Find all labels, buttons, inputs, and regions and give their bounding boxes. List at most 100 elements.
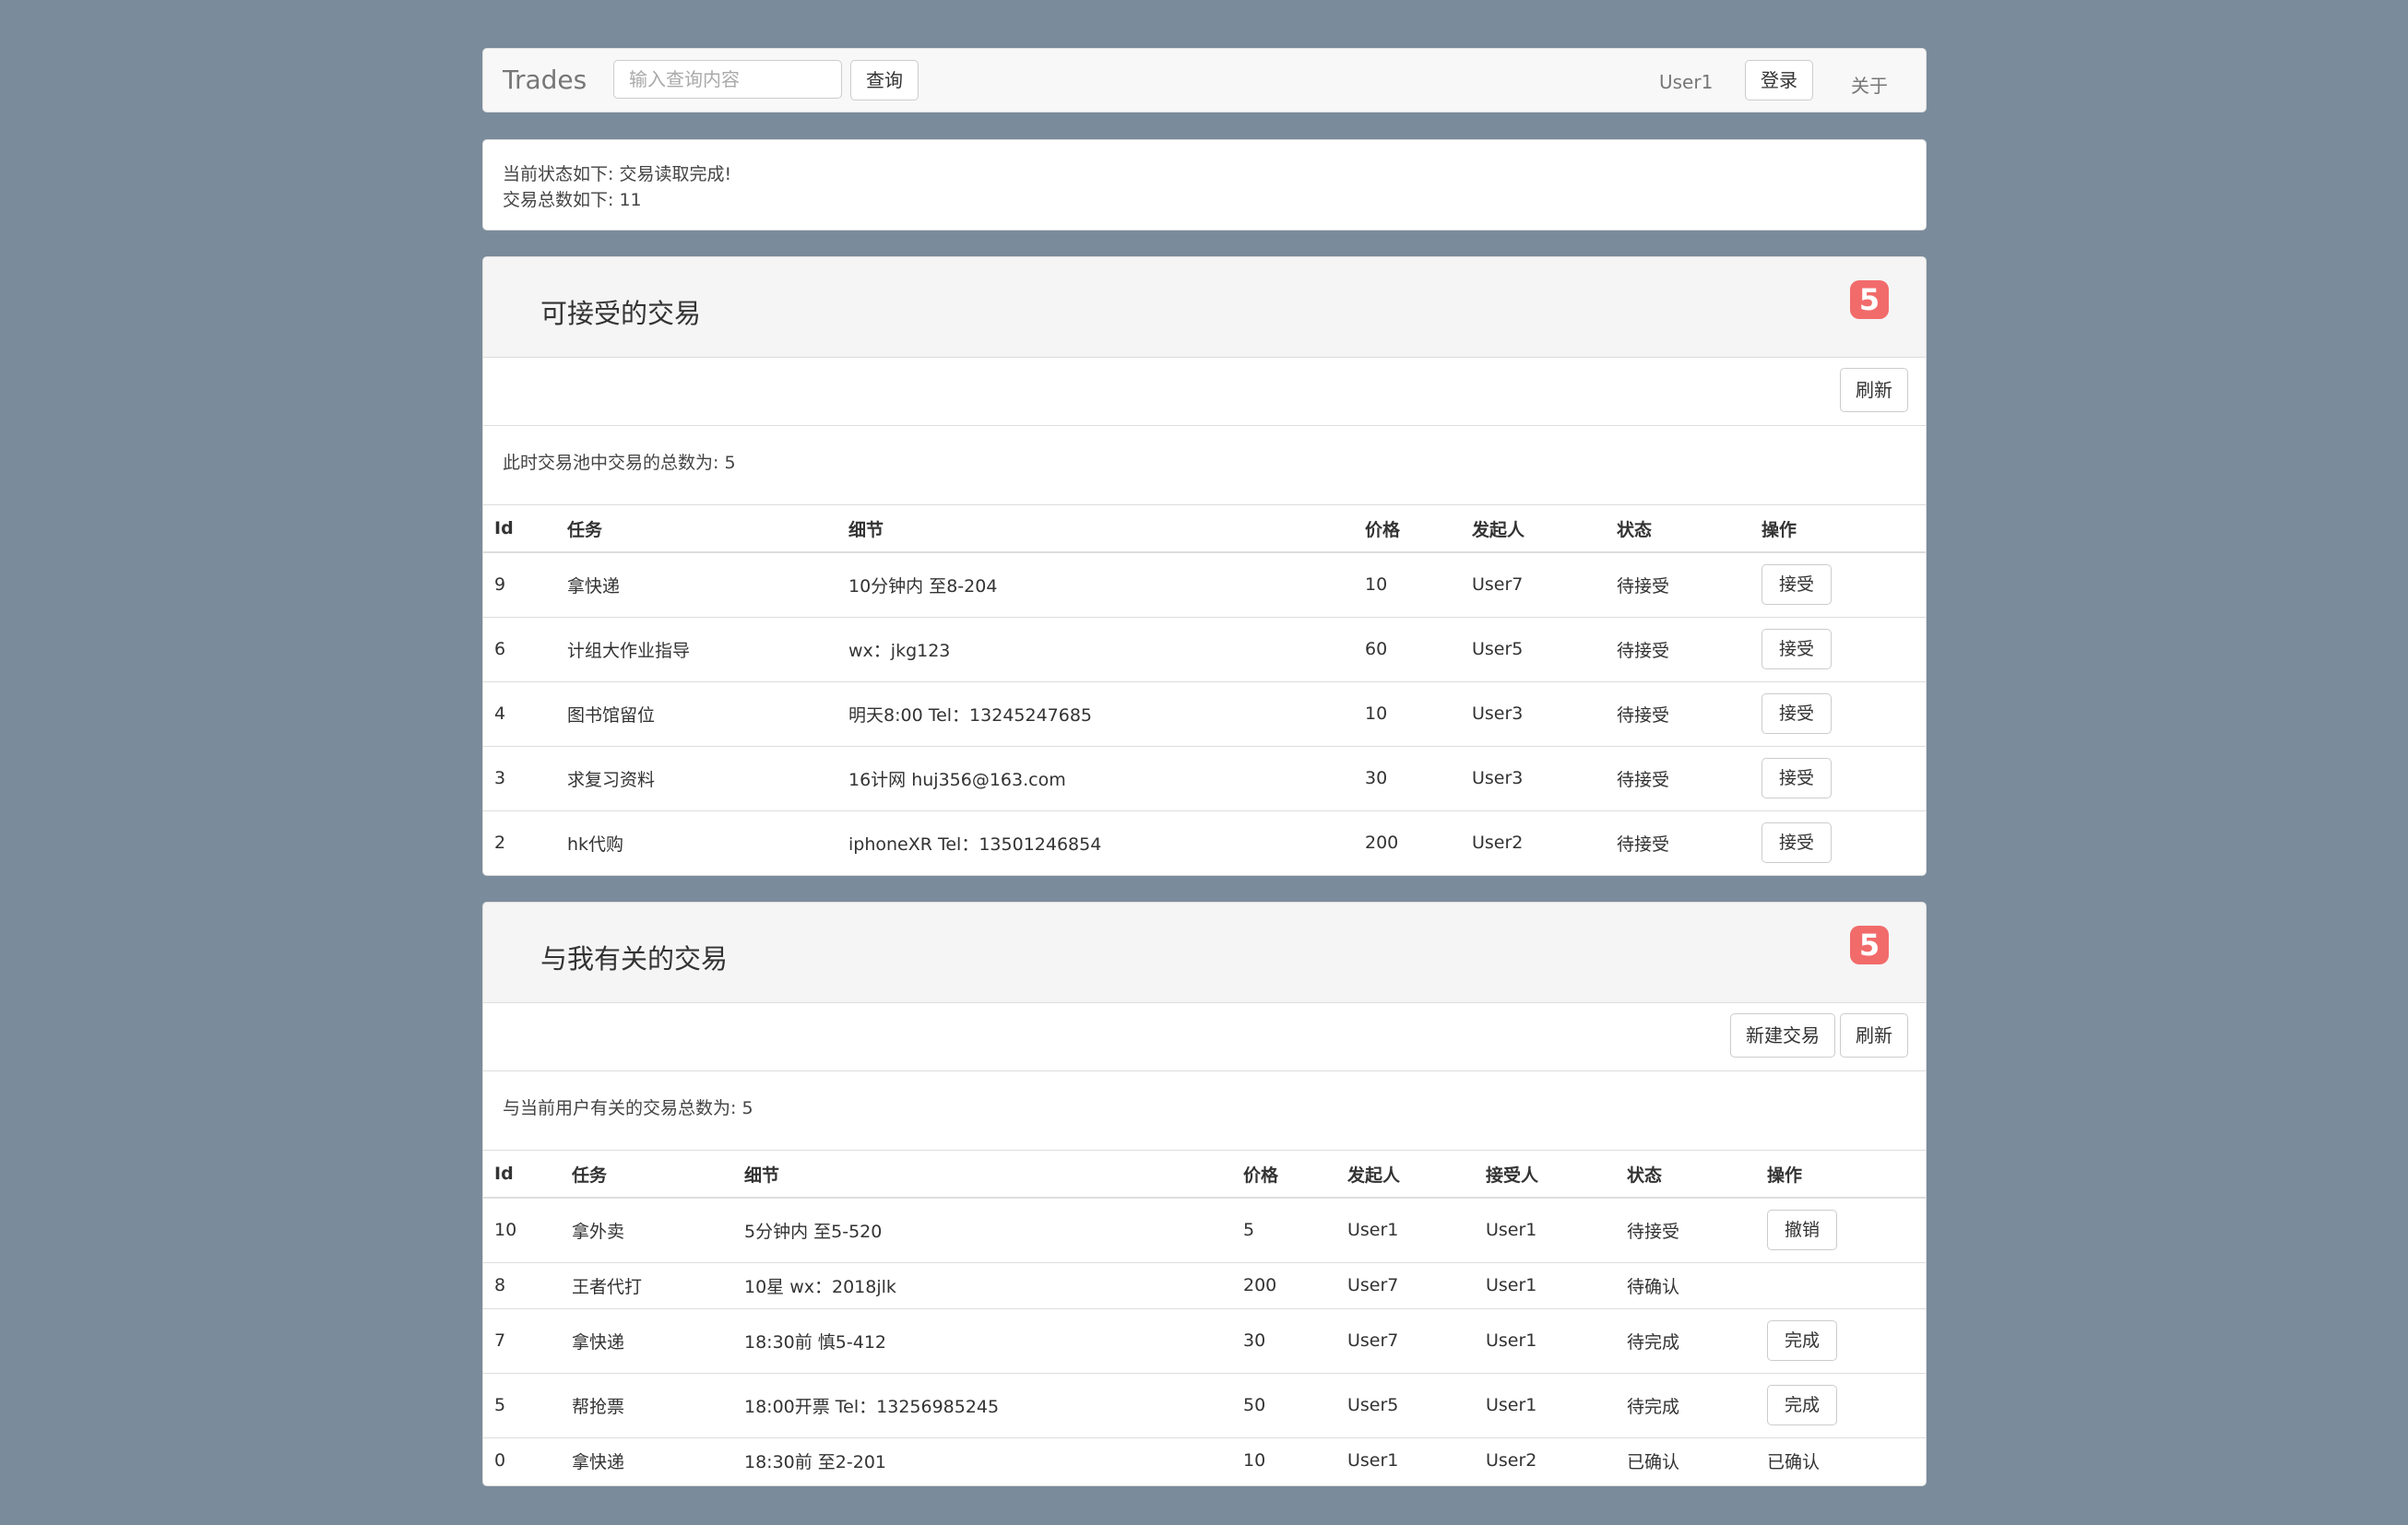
trade-task: 拿快递 — [561, 1307, 733, 1373]
trade-status: 待确认 — [1616, 1261, 1756, 1308]
action-cell: 接受 — [1750, 680, 1926, 746]
trade-id: 0 — [483, 1436, 561, 1484]
complete-button[interactable]: 完成 — [1767, 1320, 1838, 1361]
column-header: 状态 — [1606, 504, 1750, 553]
search-button[interactable]: 查询 — [850, 60, 919, 100]
trade-price: 50 — [1232, 1372, 1336, 1437]
trade-initiator: User1 — [1336, 1197, 1475, 1262]
trade-initiator: User1 — [1336, 1436, 1475, 1484]
trade-task: 王者代打 — [561, 1261, 733, 1308]
panel-toolbar: 新建交易 刷新 — [483, 1002, 1926, 1071]
action-cell: 完成 — [1756, 1307, 1926, 1373]
action-cell: 接受 — [1750, 745, 1926, 810]
trade-detail: wx：jkg123 — [837, 616, 1354, 681]
trade-price: 10 — [1232, 1436, 1336, 1484]
trade-detail: 10星 wx：2018jlk — [733, 1261, 1232, 1308]
accept-button[interactable]: 接受 — [1762, 629, 1833, 669]
column-header: 操作 — [1750, 504, 1926, 553]
brand-title[interactable]: Trades — [503, 65, 587, 95]
trade-detail: 18:30前 慎5-412 — [733, 1307, 1232, 1373]
trade-task: 图书馆留位 — [556, 680, 837, 746]
trade-task: hk代购 — [556, 810, 837, 875]
status-total-text: 交易总数如下: 11 — [503, 190, 642, 210]
trade-task: 帮抢票 — [561, 1372, 733, 1437]
trade-price: 10 — [1354, 551, 1461, 617]
trade-acceptor: User2 — [1475, 1436, 1616, 1484]
panel-toolbar: 刷新 — [483, 357, 1926, 426]
action-status-text: 已确认 — [1756, 1436, 1926, 1484]
new-trade-button[interactable]: 新建交易 — [1730, 1013, 1835, 1058]
table-row: 3 求复习资料 16计网 huj356@163.com 30 User3 待接受 接受 — [483, 745, 1926, 810]
trade-detail: 10分钟内 至8-204 — [837, 551, 1354, 617]
panel-title: 可接受的交易 — [540, 298, 702, 329]
pool-count-text: 此时交易池中交易的总数为: 5 — [503, 453, 736, 473]
trade-status: 待接受 — [1616, 1197, 1756, 1262]
trade-detail: 18:00开票 Tel：13256985245 — [733, 1372, 1232, 1437]
trade-initiator: User3 — [1461, 745, 1606, 810]
trade-status: 待接受 — [1606, 680, 1750, 746]
trade-acceptor: User1 — [1475, 1372, 1616, 1437]
table-row: 6 计组大作业指导 wx：jkg123 60 User5 待接受 接受 — [483, 616, 1926, 681]
trade-price: 60 — [1354, 616, 1461, 681]
trade-initiator: User3 — [1461, 680, 1606, 746]
trade-initiator: User7 — [1336, 1307, 1475, 1373]
trade-id: 2 — [483, 810, 556, 875]
trade-price: 30 — [1354, 745, 1461, 810]
trade-initiator: User7 — [1336, 1261, 1475, 1308]
accept-button[interactable]: 接受 — [1762, 564, 1833, 606]
action-cell: 接受 — [1750, 616, 1926, 681]
panel-title: 与我有关的交易 — [540, 943, 729, 975]
available-trades-table: Id 任务 细节 价格 发起人 状态 操作 9 拿快递 10分钟内 至8-204 10… — [483, 504, 1926, 875]
trade-id: 3 — [483, 745, 556, 810]
status-state-text: 当前状态如下: 交易读取完成! — [503, 164, 732, 184]
accept-button[interactable]: 接受 — [1762, 758, 1833, 798]
top-navbar: Trades 查询 User1 登录 关于 — [482, 48, 1927, 112]
trade-id: 4 — [483, 680, 556, 746]
accept-button[interactable]: 接受 — [1762, 822, 1833, 864]
column-header: Id — [483, 1150, 561, 1199]
cancel-button[interactable]: 撤销 — [1767, 1210, 1838, 1251]
trade-task: 拿外卖 — [561, 1197, 733, 1262]
trade-id: 7 — [483, 1307, 561, 1373]
complete-button[interactable]: 完成 — [1767, 1385, 1838, 1425]
available-trades-panel: 可接受的交易 5 刷新 此时交易池中交易的总数为: 5 Id 任务 细节 价格 … — [482, 256, 1927, 876]
trade-task: 求复习资料 — [556, 745, 837, 810]
trade-price: 10 — [1354, 680, 1461, 746]
action-cell: 接受 — [1750, 551, 1926, 617]
trade-acceptor: User1 — [1475, 1261, 1616, 1308]
trade-status: 待接受 — [1606, 810, 1750, 875]
trade-status: 待完成 — [1616, 1307, 1756, 1373]
table-row: 10 拿外卖 5分钟内 至5-520 5 User1 User1 待接受 撤销 — [483, 1197, 1926, 1262]
trade-id: 5 — [483, 1372, 561, 1437]
column-header: 价格 — [1232, 1150, 1336, 1199]
column-header: 发起人 — [1336, 1150, 1475, 1199]
trade-id: 10 — [483, 1197, 561, 1262]
trade-price: 30 — [1232, 1307, 1336, 1373]
about-link[interactable]: 关于 — [1851, 71, 1888, 98]
column-header: 细节 — [733, 1150, 1232, 1199]
status-panel: 当前状态如下: 交易读取完成! 交易总数如下: 11 — [482, 139, 1927, 231]
trade-initiator: User2 — [1461, 810, 1606, 875]
trade-status: 待接受 — [1606, 616, 1750, 681]
column-header: 任务 — [561, 1150, 733, 1199]
trade-id: 8 — [483, 1261, 561, 1308]
trade-price: 200 — [1232, 1261, 1336, 1308]
trade-status: 已确认 — [1616, 1436, 1756, 1484]
column-header: 操作 — [1756, 1150, 1926, 1199]
column-header: Id — [483, 504, 556, 553]
refresh-button[interactable]: 刷新 — [1840, 1013, 1908, 1058]
trade-task: 计组大作业指导 — [556, 616, 837, 681]
panel-header: 与我有关的交易 5 — [483, 903, 1926, 1003]
refresh-button[interactable]: 刷新 — [1840, 368, 1908, 412]
table-row: 7 拿快递 18:30前 慎5-412 30 User7 User1 待完成 完成 — [483, 1307, 1926, 1373]
trade-detail: 5分钟内 至5-520 — [733, 1197, 1232, 1262]
panel-header: 可接受的交易 5 — [483, 257, 1926, 358]
login-button[interactable]: 登录 — [1745, 60, 1813, 100]
table-row: 5 帮抢票 18:00开票 Tel：13256985245 50 User5 User1 待… — [483, 1372, 1926, 1437]
trade-detail: 16计网 huj356@163.com — [837, 745, 1354, 810]
table-header-row: Id 任务 细节 价格 发起人 状态 操作 — [483, 504, 1926, 553]
accept-button[interactable]: 接受 — [1762, 693, 1833, 734]
search-input[interactable] — [613, 60, 842, 99]
trade-id: 9 — [483, 551, 556, 617]
my-trades-panel: 与我有关的交易 5 新建交易 刷新 与当前用户有关的交易总数为: 5 Id 任务… — [482, 902, 1927, 1486]
